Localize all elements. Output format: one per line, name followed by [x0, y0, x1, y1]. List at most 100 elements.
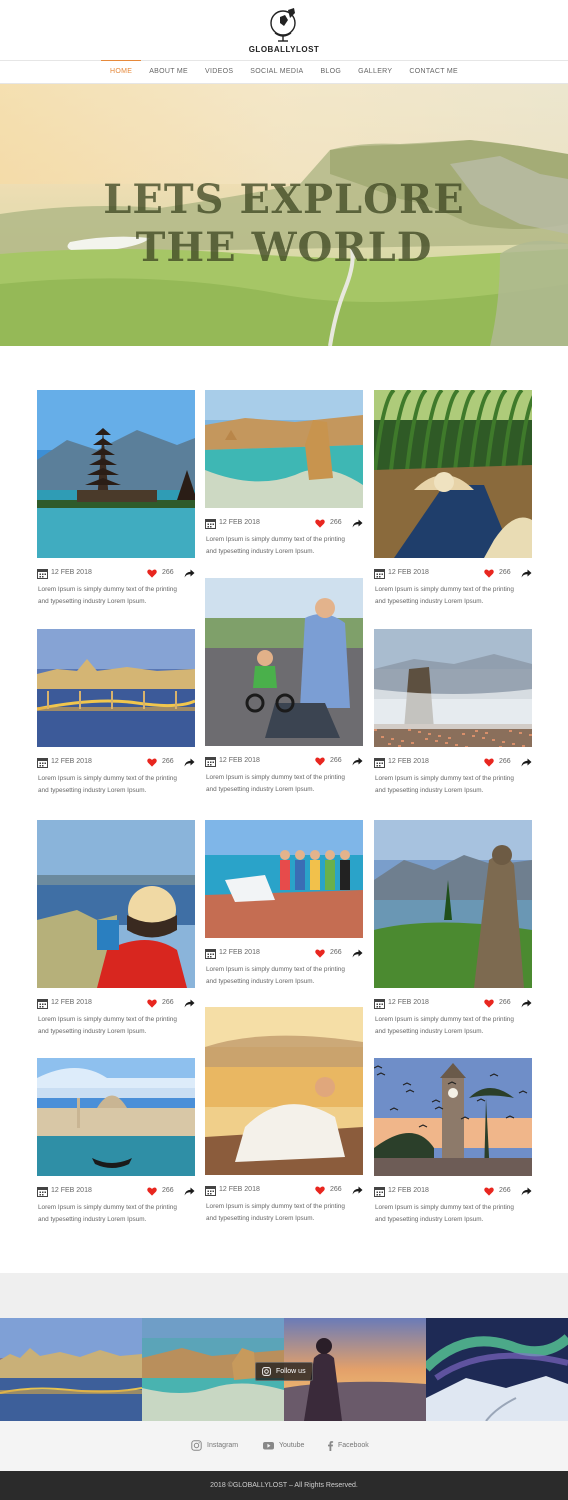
- heart-icon[interactable]: [315, 519, 325, 528]
- heart-icon[interactable]: [147, 999, 157, 1008]
- instagram-photo-aurora[interactable]: [426, 1318, 568, 1421]
- post-excerpt-line: Lorem Ipsum is simply dummy text of the …: [206, 966, 345, 973]
- calendar-icon: [37, 758, 48, 768]
- share-arrow-icon[interactable]: [184, 569, 195, 578]
- heart-icon[interactable]: [484, 569, 494, 578]
- share-arrow-icon[interactable]: [352, 519, 363, 528]
- post-card: 12 FEB 2018 266 Lorem Ipsum is simply du…: [37, 1058, 195, 1246]
- post-image-woman-hat-sea[interactable]: [37, 820, 195, 988]
- post-excerpt-line: and typesetting industry Lorem Ipsum.: [206, 548, 315, 555]
- post-card: 12 FEB 2018 266 Lorem Ipsum is simply du…: [37, 820, 195, 1058]
- post-excerpt-line: and typesetting industry Lorem Ipsum.: [38, 1216, 147, 1223]
- youtube-icon: [263, 1442, 274, 1450]
- post-excerpt: Lorem Ipsum is simply dummy text of the …: [375, 584, 531, 608]
- post-card: 12 FEB 2018 266 Lorem Ipsum is simply du…: [37, 629, 195, 817]
- nav-item-gallery[interactable]: GALLERY: [350, 61, 401, 83]
- post-likes-count: 266: [499, 999, 511, 1006]
- post-excerpt-line: Lorem Ipsum is simply dummy text of the …: [38, 1016, 177, 1023]
- post-card: 12 FEB 2018 266 Lorem Ipsum is simply du…: [374, 390, 532, 628]
- post-excerpt-line: Lorem Ipsum is simply dummy text of the …: [38, 775, 177, 782]
- follow-us-button[interactable]: Follow us: [255, 1362, 313, 1381]
- post-likes-count: 266: [330, 1186, 342, 1193]
- heart-icon[interactable]: [484, 758, 494, 767]
- instagram-icon: [262, 1367, 271, 1376]
- heart-icon[interactable]: [315, 1186, 325, 1195]
- site-footer: 2018 ©GLOBALLYLOST – All Rights Reserved…: [0, 1471, 568, 1500]
- post-image-family-pier[interactable]: [205, 820, 363, 938]
- nav-item-contact-me[interactable]: CONTACT ME: [401, 61, 467, 83]
- social-link-instagram-label: Instagram: [207, 1442, 239, 1449]
- post-image-twelve-apostles[interactable]: [205, 390, 363, 508]
- post-date: 12 FEB 2018: [219, 949, 260, 956]
- share-arrow-icon[interactable]: [352, 1186, 363, 1195]
- post-image-couple-sunset[interactable]: [205, 1007, 363, 1175]
- post-image-father-son-bike[interactable]: [205, 578, 363, 746]
- post-likes-count: 266: [499, 1187, 511, 1194]
- post-excerpt: Lorem Ipsum is simply dummy text of the …: [38, 1202, 194, 1226]
- heart-icon[interactable]: [484, 999, 494, 1008]
- post-date: 12 FEB 2018: [219, 757, 260, 764]
- post-meta: 12 FEB 2018 266: [374, 1186, 532, 1198]
- post-date: 12 FEB 2018: [51, 758, 92, 765]
- post-image-mekong-boat[interactable]: [374, 390, 532, 558]
- post-date: 12 FEB 2018: [388, 569, 429, 576]
- post-likes-count: 266: [162, 758, 174, 765]
- share-arrow-icon[interactable]: [184, 758, 195, 767]
- globe-logo-icon: [270, 8, 296, 42]
- post-date: 12 FEB 2018: [388, 758, 429, 765]
- post-excerpt: Lorem Ipsum is simply dummy text of the …: [206, 772, 362, 796]
- post-excerpt-line: and typesetting industry Lorem Ipsum.: [206, 1215, 315, 1222]
- post-excerpt: Lorem Ipsum is simply dummy text of the …: [206, 534, 362, 558]
- heart-icon[interactable]: [147, 758, 157, 767]
- post-likes-count: 266: [162, 569, 174, 576]
- post-card: 12 FEB 2018 266 Lorem Ipsum is simply du…: [374, 1058, 532, 1246]
- post-excerpt-line: and typesetting industry Lorem Ipsum.: [375, 1216, 484, 1223]
- calendar-icon: [37, 999, 48, 1009]
- post-excerpt-line: Lorem Ipsum is simply dummy text of the …: [38, 1204, 177, 1211]
- post-excerpt: Lorem Ipsum is simply dummy text of the …: [375, 1014, 531, 1038]
- heart-icon[interactable]: [315, 949, 325, 958]
- hero-headline: LETS EXPLORE THE WORLD: [0, 176, 568, 272]
- post-excerpt-line: Lorem Ipsum is simply dummy text of the …: [375, 1204, 514, 1211]
- share-arrow-icon[interactable]: [184, 1187, 195, 1196]
- post-excerpt-line: Lorem Ipsum is simply dummy text of the …: [375, 586, 514, 593]
- calendar-icon: [205, 949, 216, 959]
- post-image-venice-gondola[interactable]: [37, 1058, 195, 1176]
- share-arrow-icon[interactable]: [521, 569, 532, 578]
- share-arrow-icon[interactable]: [521, 999, 532, 1008]
- post-excerpt: Lorem Ipsum is simply dummy text of the …: [38, 584, 194, 608]
- heart-icon[interactable]: [315, 757, 325, 766]
- share-arrow-icon[interactable]: [352, 757, 363, 766]
- post-image-budapest-bridge[interactable]: [37, 629, 195, 747]
- share-arrow-icon[interactable]: [521, 1187, 532, 1196]
- post-card: 12 FEB 2018 266 Lorem Ipsum is simply du…: [374, 629, 532, 817]
- nav-item-videos[interactable]: VIDEOS: [197, 61, 242, 83]
- post-image-lake-statue[interactable]: [374, 820, 532, 988]
- share-arrow-icon[interactable]: [352, 949, 363, 958]
- heart-icon[interactable]: [147, 569, 157, 578]
- post-meta: 12 FEB 2018 266: [37, 568, 195, 580]
- post-image-clock-tower[interactable]: [374, 1058, 532, 1176]
- post-image-meteora-rock[interactable]: [374, 629, 532, 747]
- post-image-bali-temple[interactable]: [37, 390, 195, 558]
- post-date: 12 FEB 2018: [388, 1187, 429, 1194]
- calendar-icon: [37, 1187, 48, 1197]
- post-excerpt-line: and typesetting industry Lorem Ipsum.: [206, 786, 315, 793]
- site-logo[interactable]: GLOBALLYLOST: [0, 6, 568, 54]
- share-arrow-icon[interactable]: [184, 999, 195, 1008]
- nav-item-about-me[interactable]: ABOUT ME: [141, 61, 197, 83]
- instagram-photo-budapest[interactable]: [0, 1318, 142, 1421]
- heart-icon[interactable]: [484, 1187, 494, 1196]
- share-arrow-icon[interactable]: [521, 758, 532, 767]
- calendar-icon: [374, 758, 385, 768]
- nav-item-social-media[interactable]: SOCIAL MEDIA: [242, 61, 312, 83]
- post-likes-count: 266: [499, 758, 511, 765]
- hero-banner: LETS EXPLORE THE WORLD: [0, 84, 568, 346]
- nav-item-home[interactable]: HOME: [101, 60, 141, 83]
- nav-item-blog[interactable]: BLOG: [312, 61, 350, 83]
- post-excerpt-line: Lorem Ipsum is simply dummy text of the …: [375, 1016, 514, 1023]
- post-excerpt-line: and typesetting industry Lorem Ipsum.: [375, 1028, 484, 1035]
- heart-icon[interactable]: [147, 1187, 157, 1196]
- calendar-icon: [205, 757, 216, 767]
- post-meta: 12 FEB 2018 266: [37, 1186, 195, 1198]
